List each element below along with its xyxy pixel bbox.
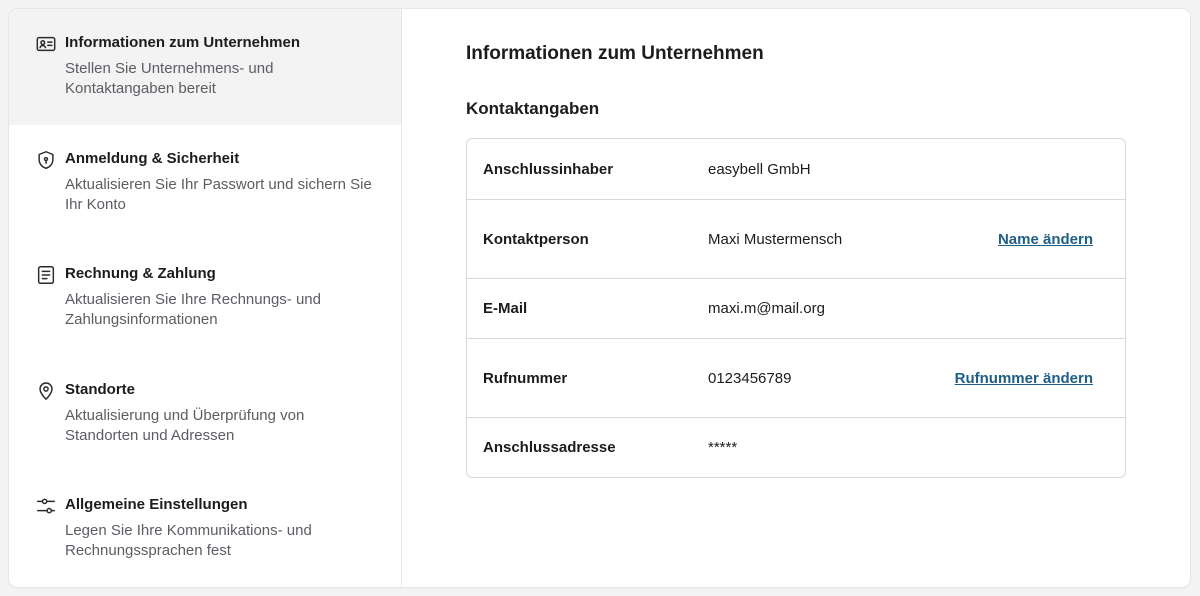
sidebar-item-title: Informationen zum Unternehmen bbox=[65, 34, 301, 51]
settings-card: Informationen zum Unternehmen Stellen Si… bbox=[9, 9, 1190, 587]
table-row: Anschlussadresse ***** bbox=[467, 417, 1125, 477]
sidebar-item-general-settings[interactable]: Allgemeine Einstellungen Legen Sie Ihre … bbox=[9, 471, 401, 587]
row-label: Anschlussadresse bbox=[483, 439, 616, 456]
shield-icon bbox=[35, 149, 57, 171]
row-label: Rufnummer bbox=[483, 369, 568, 387]
row-label: Kontaktperson bbox=[483, 230, 589, 248]
change-phone-number-link[interactable]: Rufnummer ändern bbox=[955, 370, 1093, 387]
sidebar-item-login-security[interactable]: Anmeldung & Sicherheit Aktualisieren Sie… bbox=[9, 125, 401, 241]
section-title: Kontaktangaben bbox=[466, 99, 600, 118]
sidebar-item-description: Legen Sie Ihre Kommunikations- und Rechn… bbox=[65, 522, 312, 560]
row-label: E-Mail bbox=[483, 300, 528, 317]
id-card-icon bbox=[35, 33, 57, 55]
sidebar-item-description: Aktualisieren Sie Ihr Passwort und siche… bbox=[65, 175, 372, 213]
sidebar-item-company-info[interactable]: Informationen zum Unternehmen Stellen Si… bbox=[9, 9, 401, 125]
sliders-icon bbox=[35, 495, 57, 517]
table-row: Anschlussinhaber easybell GmbH bbox=[467, 139, 1125, 199]
row-value: maxi.m@mail.org bbox=[708, 300, 825, 317]
table-row: Rufnummer 0123456789 Rufnummer ändern bbox=[467, 338, 1125, 417]
table-row: E-Mail maxi.m@mail.org bbox=[467, 278, 1125, 338]
contact-details-table: Anschlussinhaber easybell GmbH Kontaktpe… bbox=[466, 138, 1126, 478]
change-name-link[interactable]: Name ändern bbox=[998, 231, 1093, 248]
row-value: Maxi Mustermensch bbox=[708, 230, 843, 248]
sidebar-item-billing-payment[interactable]: Rechnung & Zahlung Aktualisieren Sie Ihr… bbox=[9, 240, 401, 356]
sidebar-item-title: Standorte bbox=[65, 380, 136, 398]
sidebar-item-locations[interactable]: Standorte Aktualisierung und Überprüfung… bbox=[9, 356, 401, 472]
sidebar-item-description: Aktualisieren Sie Ihre Rechnungs- und Za… bbox=[65, 291, 321, 329]
settings-sidebar: Informationen zum Unternehmen Stellen Si… bbox=[9, 9, 402, 587]
row-value: 0123456789 bbox=[708, 369, 792, 387]
row-value: ***** bbox=[708, 439, 738, 456]
sidebar-item-title: Allgemeine Einstellungen bbox=[65, 496, 248, 514]
page-title: Informationen zum Unternehmen bbox=[466, 43, 764, 64]
sidebar-item-title: Anmeldung & Sicherheit bbox=[65, 149, 240, 167]
main-content: Informationen zum Unternehmen Kontaktang… bbox=[402, 9, 1190, 587]
row-value: easybell GmbH bbox=[708, 160, 811, 178]
table-row: Kontaktperson Maxi Mustermensch Name änd… bbox=[467, 199, 1125, 278]
invoice-icon bbox=[35, 264, 57, 286]
row-label: Anschlussinhaber bbox=[483, 160, 614, 178]
sidebar-item-title: Rechnung & Zahlung bbox=[65, 265, 216, 283]
sidebar-item-description: Stellen Sie Unternehmens- und Kontaktang… bbox=[65, 60, 274, 97]
sidebar-item-description: Aktualisierung und Überprüfung von Stand… bbox=[65, 406, 305, 444]
location-pin-icon bbox=[35, 380, 57, 402]
